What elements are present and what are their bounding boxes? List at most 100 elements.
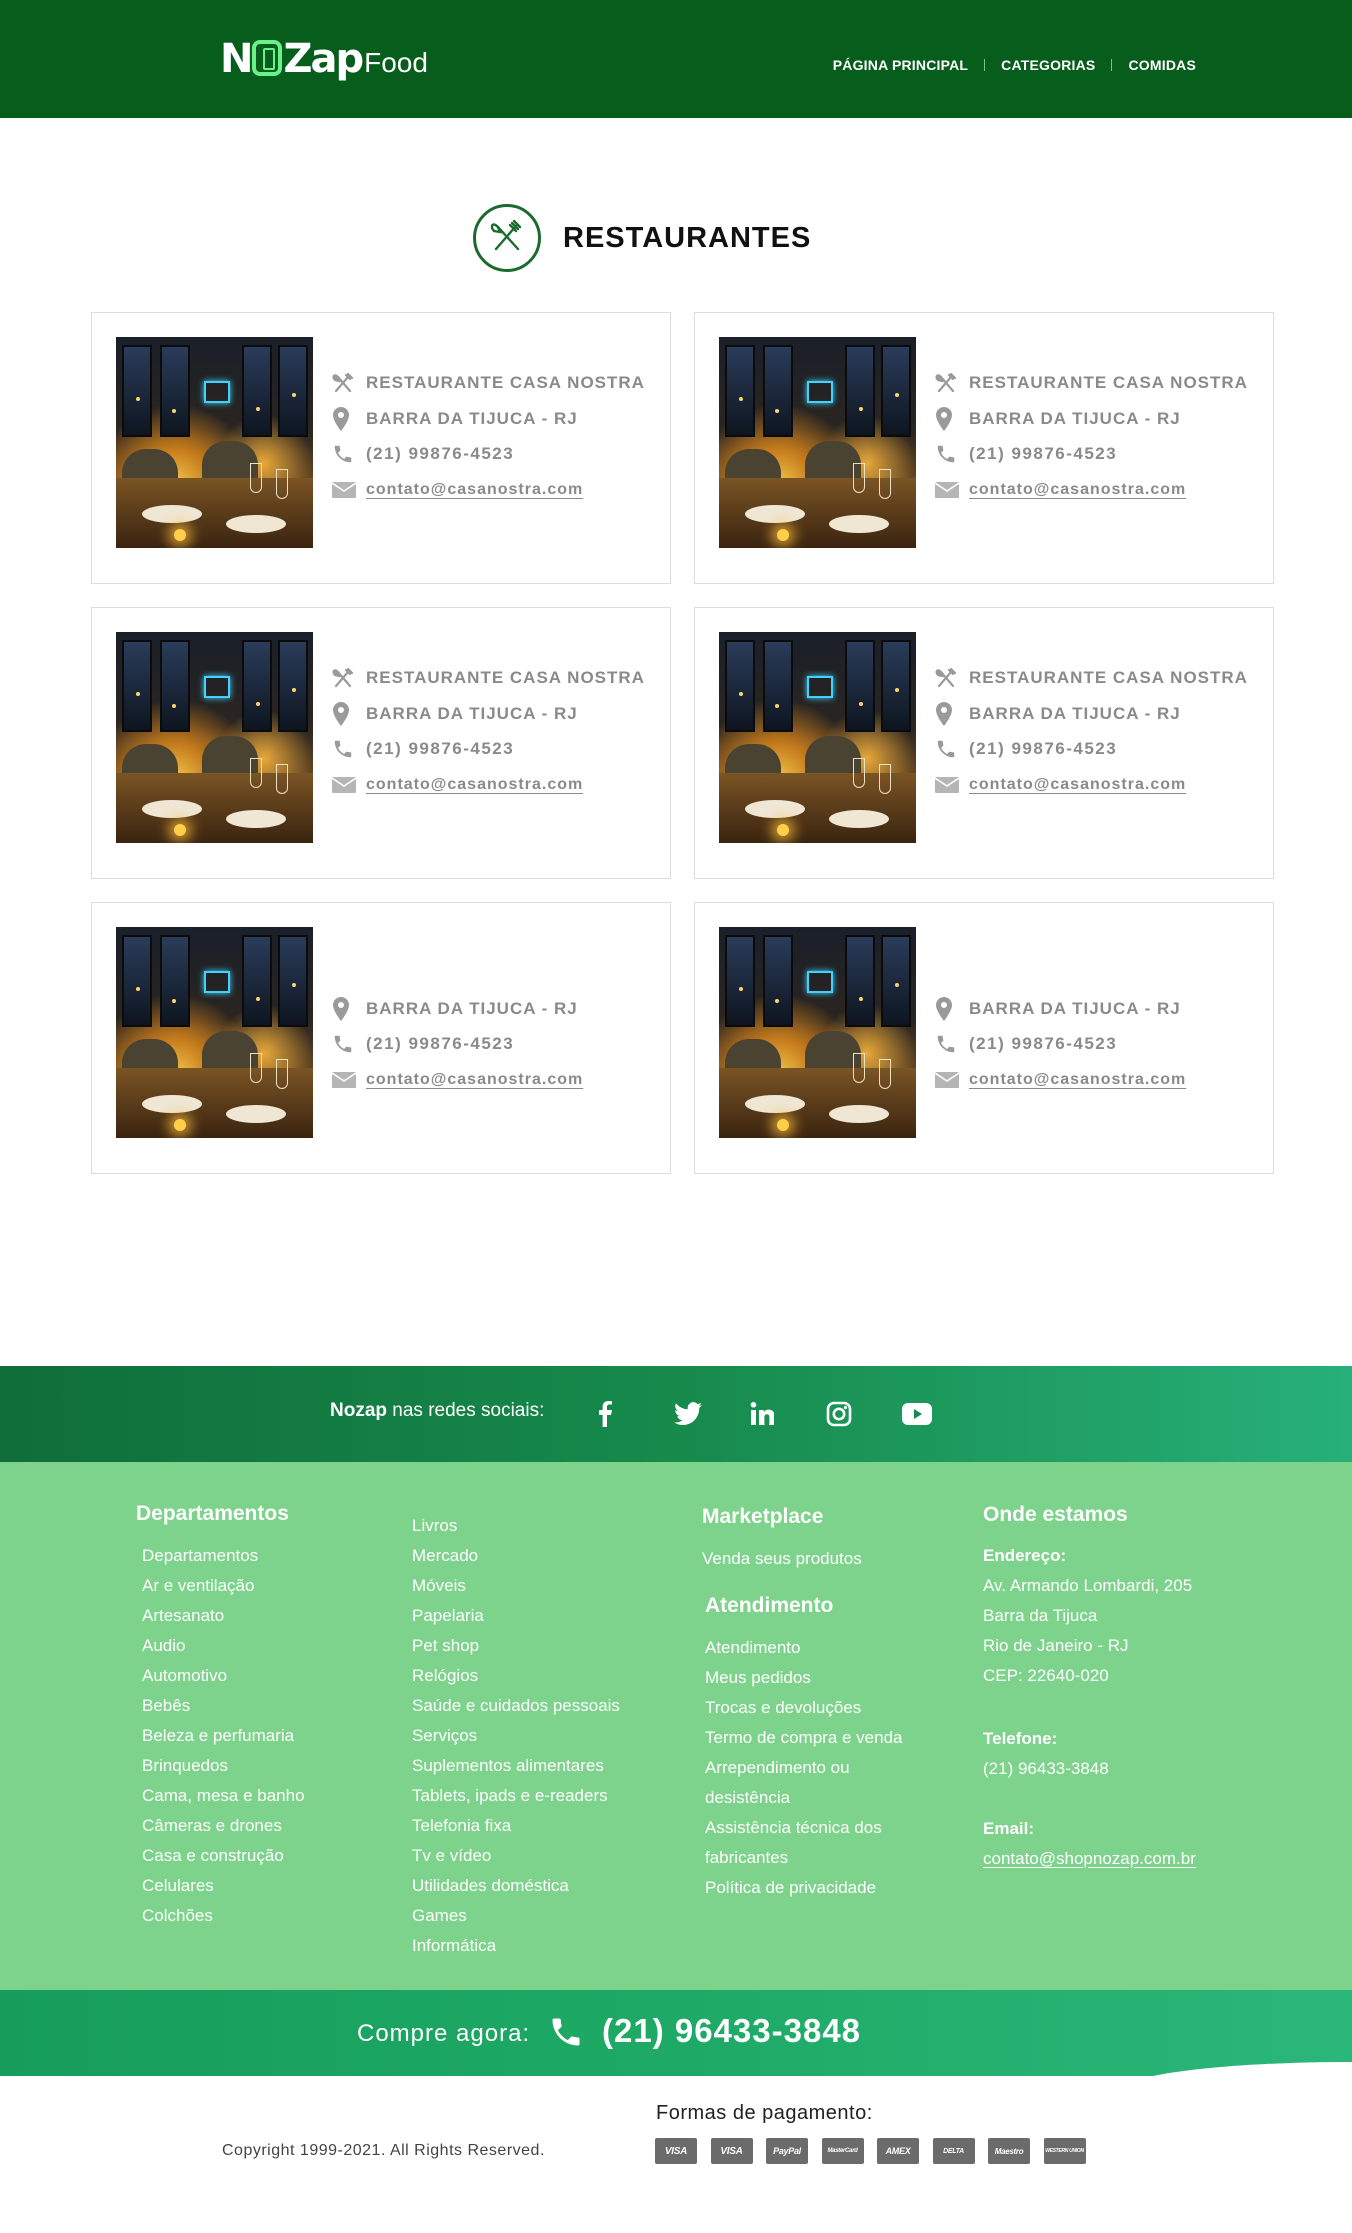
restaurant-phone[interactable]: (21) 99876-4523 bbox=[969, 1034, 1117, 1054]
restaurant-name-row: RESTAURANTE CASA NOSTRA bbox=[332, 668, 645, 688]
footer-link-departamento[interactable]: Brinquedos bbox=[142, 1751, 305, 1781]
restaurant-email-link[interactable]: contato@casanostra.com bbox=[366, 1071, 583, 1089]
buy-now-phone[interactable]: (21) 96433-3848 bbox=[602, 2012, 861, 2050]
restaurant-name[interactable]: RESTAURANTE CASA NOSTRA bbox=[969, 668, 1248, 688]
youtube-icon[interactable] bbox=[902, 1396, 978, 1432]
footer-link-marketplace[interactable]: Venda seus produtos bbox=[702, 1544, 862, 1574]
footer-link-departamento[interactable]: Audio bbox=[142, 1631, 305, 1661]
departamentos-list-1: Departamentos Ar e ventilação Artesanato Au… bbox=[142, 1541, 305, 1931]
footer-link-atendimento[interactable]: Política de privacidade bbox=[705, 1873, 903, 1903]
footer-link-departamento[interactable]: Pet shop bbox=[412, 1631, 620, 1661]
footer-link-departamento[interactable]: Games bbox=[412, 1901, 620, 1931]
photo-glass bbox=[879, 469, 891, 499]
footer-link-atendimento[interactable]: fabricantes bbox=[705, 1843, 903, 1873]
footer-link-departamento[interactable]: Cama, mesa e banho bbox=[142, 1781, 305, 1811]
restaurant-photo[interactable] bbox=[719, 632, 916, 843]
restaurant-card[interactable]: BARRA DA TIJUCA - RJ (21) 99876-4523 conta… bbox=[694, 902, 1274, 1174]
restaurant-email-link[interactable]: contato@casanostra.com bbox=[366, 776, 583, 794]
footer-link-departamento[interactable]: Ar e ventilação bbox=[142, 1571, 305, 1601]
footer-link-departamento[interactable]: Celulares bbox=[142, 1871, 305, 1901]
footer-link-departamento[interactable]: Câmeras e drones bbox=[142, 1811, 305, 1841]
restaurant-email-link[interactable]: contato@casanostra.com bbox=[969, 776, 1186, 794]
phone-icon bbox=[332, 738, 358, 760]
photo-plate bbox=[142, 800, 202, 818]
restaurant-card[interactable]: RESTAURANTE CASA NOSTRA BARRA DA TIJUCA -… bbox=[694, 312, 1274, 584]
instagram-icon[interactable] bbox=[826, 1396, 902, 1432]
photo-glass bbox=[879, 764, 891, 794]
footer-link-atendimento[interactable]: Trocas e devoluções bbox=[705, 1693, 903, 1723]
footer-link-departamento[interactable]: Utilidades doméstica bbox=[412, 1871, 620, 1901]
restaurant-email-link[interactable]: contato@casanostra.com bbox=[969, 1071, 1186, 1089]
envelope-icon bbox=[935, 482, 961, 498]
nav-pagina-principal[interactable]: PÁGINA PRINCIPAL bbox=[833, 57, 968, 73]
footer-link-departamento[interactable]: Papelaria bbox=[412, 1601, 620, 1631]
footer-link-departamento[interactable]: Relógios bbox=[412, 1661, 620, 1691]
footer-link-atendimento[interactable]: Atendimento bbox=[705, 1633, 903, 1663]
footer-link-departamento[interactable]: Colchões bbox=[142, 1901, 305, 1931]
restaurant-email-link[interactable]: contato@casanostra.com bbox=[969, 481, 1186, 499]
restaurant-card[interactable]: RESTAURANTE CASA NOSTRA BARRA DA TIJUCA -… bbox=[91, 607, 671, 879]
footer-link-departamento[interactable]: Artesanato bbox=[142, 1601, 305, 1631]
logo[interactable]: N Zap Food bbox=[220, 36, 428, 82]
photo-light bbox=[895, 983, 899, 987]
photo-window bbox=[845, 345, 875, 437]
restaurant-photo[interactable] bbox=[116, 927, 313, 1138]
footer-link-departamento[interactable]: Bebês bbox=[142, 1691, 305, 1721]
restaurant-email-link[interactable]: contato@casanostra.com bbox=[366, 481, 583, 499]
restaurant-phone[interactable]: (21) 99876-4523 bbox=[366, 1034, 514, 1054]
footer-link-departamento[interactable]: Automotivo bbox=[142, 1661, 305, 1691]
footer-link-departamento[interactable]: Mercado bbox=[412, 1541, 620, 1571]
photo-window bbox=[242, 640, 272, 732]
photo-window bbox=[881, 345, 911, 437]
footer-link-departamento[interactable]: Serviços bbox=[412, 1721, 620, 1751]
footer-link-departamento[interactable]: Casa e construção bbox=[142, 1841, 305, 1871]
restaurant-phone[interactable]: (21) 99876-4523 bbox=[969, 444, 1117, 464]
photo-light bbox=[172, 409, 176, 413]
footer-link-departamento[interactable]: Saúde e cuidados pessoais bbox=[412, 1691, 620, 1721]
photo-plate bbox=[745, 800, 805, 818]
linkedin-icon[interactable] bbox=[750, 1396, 826, 1432]
footer-link-departamento[interactable]: Telefonia fixa bbox=[412, 1811, 620, 1841]
restaurant-phone[interactable]: (21) 99876-4523 bbox=[366, 444, 514, 464]
location-pin-icon bbox=[935, 702, 961, 726]
photo-window bbox=[160, 345, 190, 437]
location-pin-icon bbox=[332, 997, 358, 1021]
restaurant-card[interactable]: RESTAURANTE CASA NOSTRA BARRA DA TIJUCA -… bbox=[91, 312, 671, 584]
footer-link-atendimento[interactable]: Meus pedidos bbox=[705, 1663, 903, 1693]
restaurant-photo[interactable] bbox=[719, 927, 916, 1138]
restaurant-photo[interactable] bbox=[116, 632, 313, 843]
footer-link-departamento[interactable]: Departamentos bbox=[142, 1541, 305, 1571]
footer-link-atendimento[interactable]: Termo de compra e venda bbox=[705, 1723, 903, 1753]
restaurant-phone[interactable]: (21) 99876-4523 bbox=[366, 739, 514, 759]
restaurant-name[interactable]: RESTAURANTE CASA NOSTRA bbox=[366, 373, 645, 393]
footer-link-atendimento[interactable]: Assistência técnica dos bbox=[705, 1813, 903, 1843]
footer-link-departamento[interactable]: Móveis bbox=[412, 1571, 620, 1601]
phone-logo-icon bbox=[252, 40, 283, 76]
footer-link-atendimento[interactable]: Arrependimento ou bbox=[705, 1753, 903, 1783]
restaurant-name[interactable]: RESTAURANTE CASA NOSTRA bbox=[969, 373, 1248, 393]
nav-categorias[interactable]: CATEGORIAS bbox=[1001, 57, 1095, 73]
footer-link-departamento[interactable]: Informática bbox=[412, 1931, 620, 1961]
nav-comidas[interactable]: COMIDAS bbox=[1128, 57, 1196, 73]
footer-link-departamento[interactable]: Livros bbox=[412, 1511, 620, 1541]
restaurant-card[interactable]: BARRA DA TIJUCA - RJ (21) 99876-4523 conta… bbox=[91, 902, 671, 1174]
photo-neon bbox=[204, 971, 230, 993]
restaurant-phone[interactable]: (21) 99876-4523 bbox=[969, 739, 1117, 759]
restaurant-photo[interactable] bbox=[719, 337, 916, 548]
footer-link-departamento[interactable]: Suplementos alimentares bbox=[412, 1751, 620, 1781]
twitter-icon[interactable] bbox=[674, 1396, 750, 1432]
restaurant-photo[interactable] bbox=[116, 337, 313, 548]
photo-window bbox=[763, 345, 793, 437]
facebook-icon[interactable] bbox=[598, 1396, 674, 1432]
footer-email-link[interactable]: contato@shopnozap.com.br bbox=[983, 1844, 1196, 1874]
restaurant-card[interactable]: RESTAURANTE CASA NOSTRA BARRA DA TIJUCA -… bbox=[694, 607, 1274, 879]
restaurant-name[interactable]: RESTAURANTE CASA NOSTRA bbox=[366, 668, 645, 688]
photo-plate bbox=[829, 1105, 889, 1123]
footer-link-departamento[interactable]: Tv e vídeo bbox=[412, 1841, 620, 1871]
location-pin-icon bbox=[332, 702, 358, 726]
footer-link-departamento[interactable]: Beleza e perfumaria bbox=[142, 1721, 305, 1751]
footer-link-departamento[interactable]: Tablets, ipads e e-readers bbox=[412, 1781, 620, 1811]
restaurant-location-row: BARRA DA TIJUCA - RJ bbox=[332, 407, 578, 431]
photo-light bbox=[739, 987, 743, 991]
footer-link-atendimento[interactable]: desistência bbox=[705, 1783, 903, 1813]
